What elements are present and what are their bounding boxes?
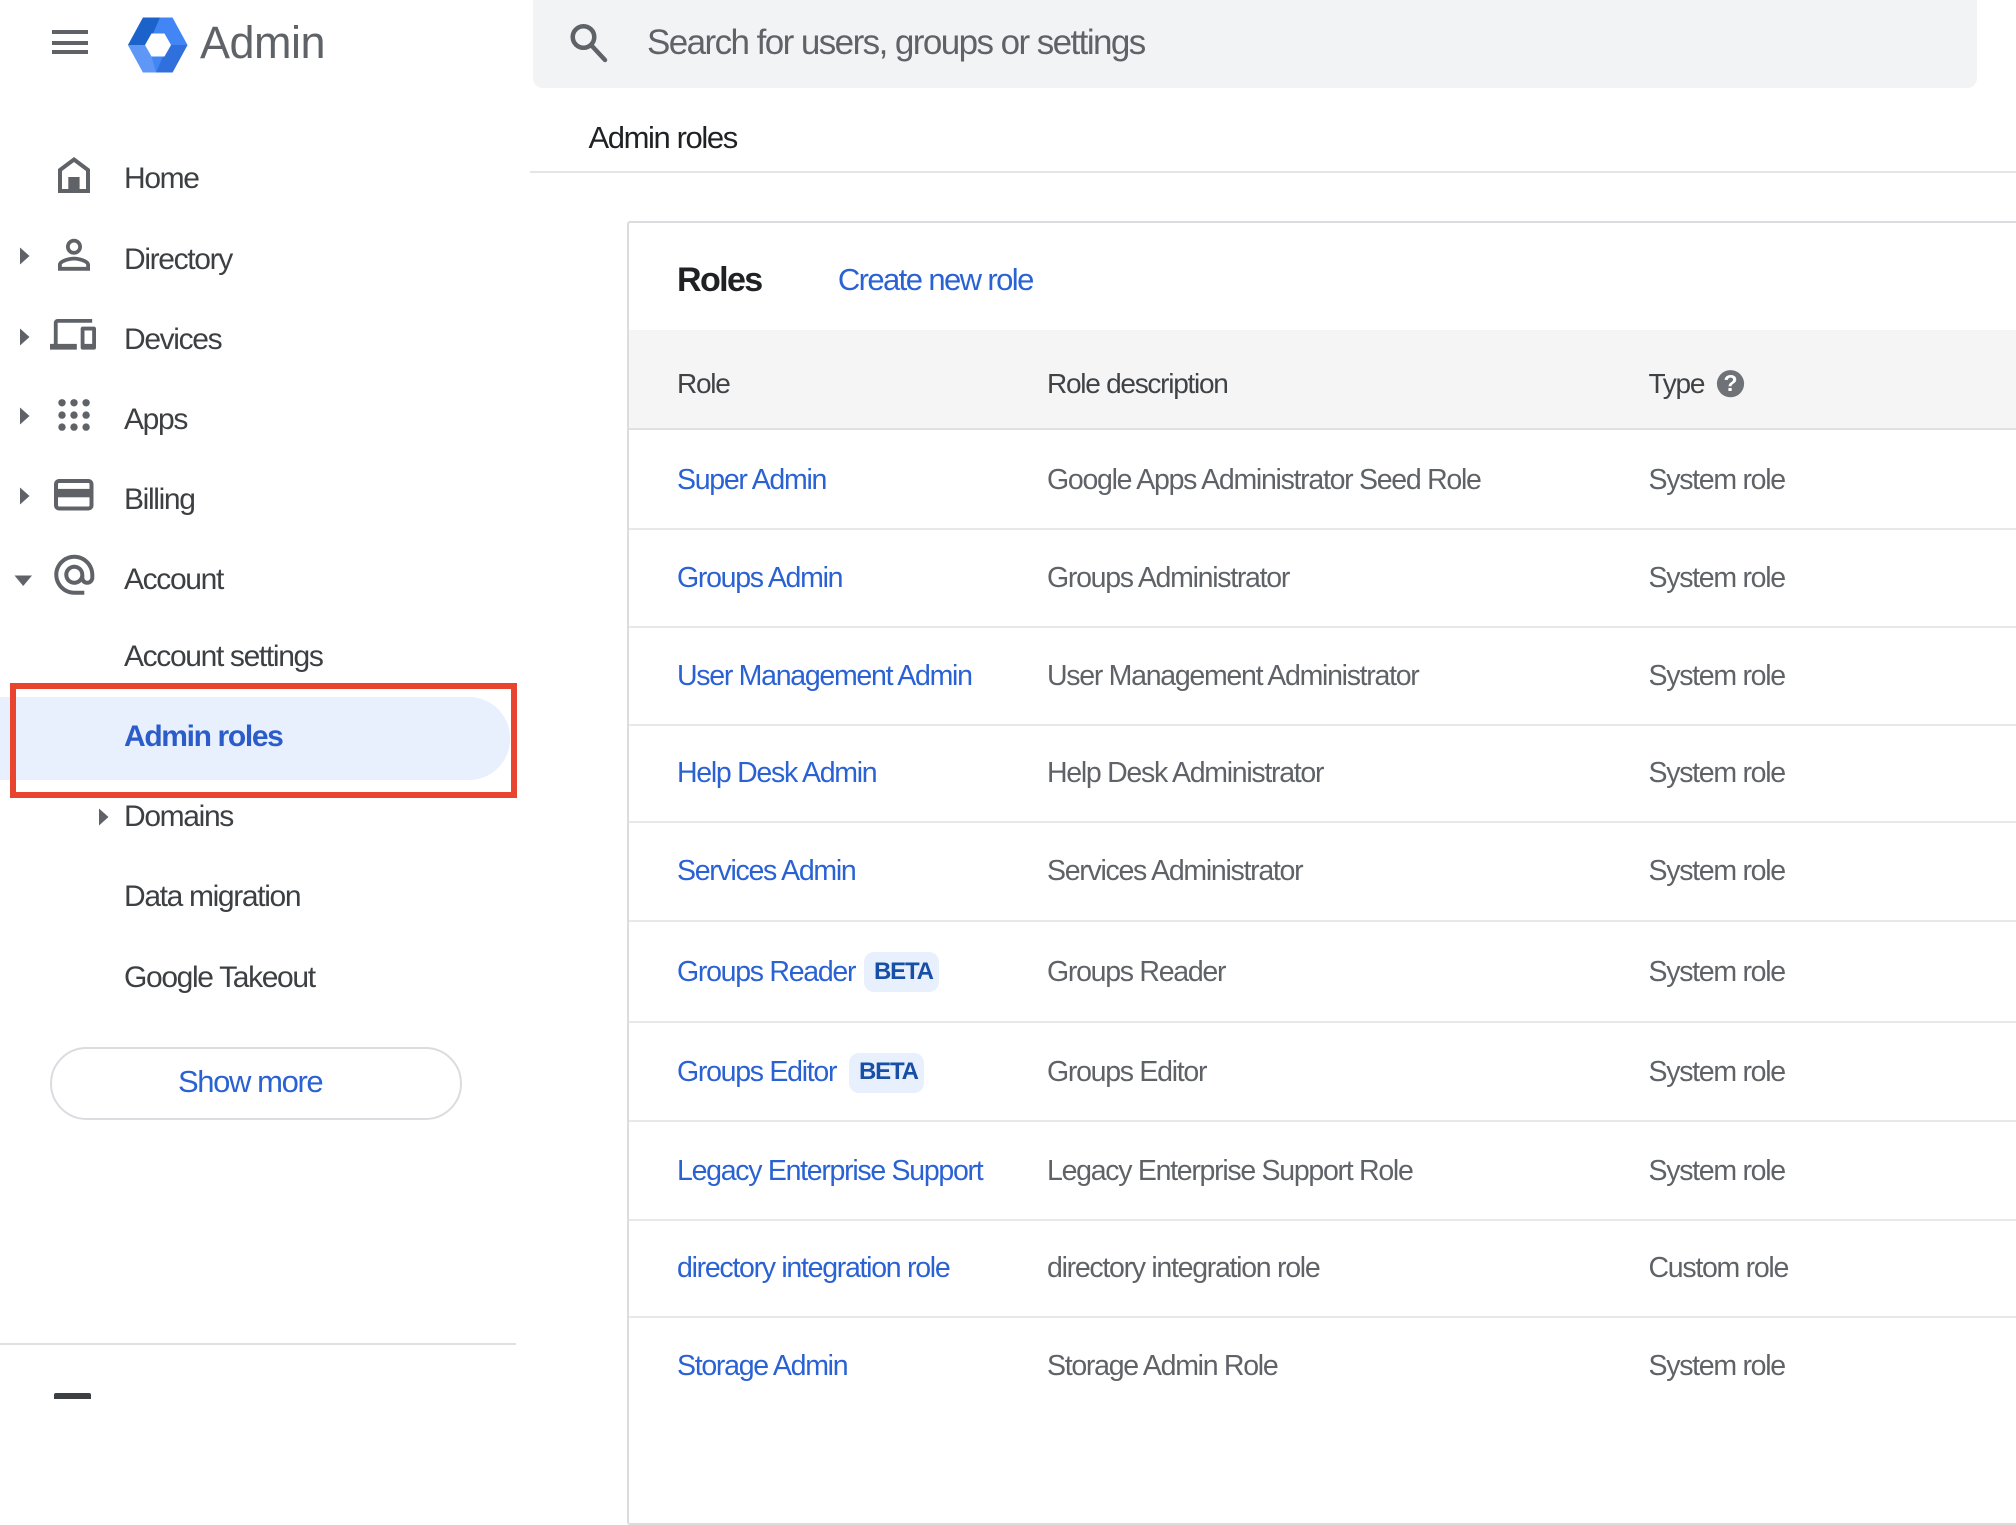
svg-text:?: ? xyxy=(1723,370,1737,396)
